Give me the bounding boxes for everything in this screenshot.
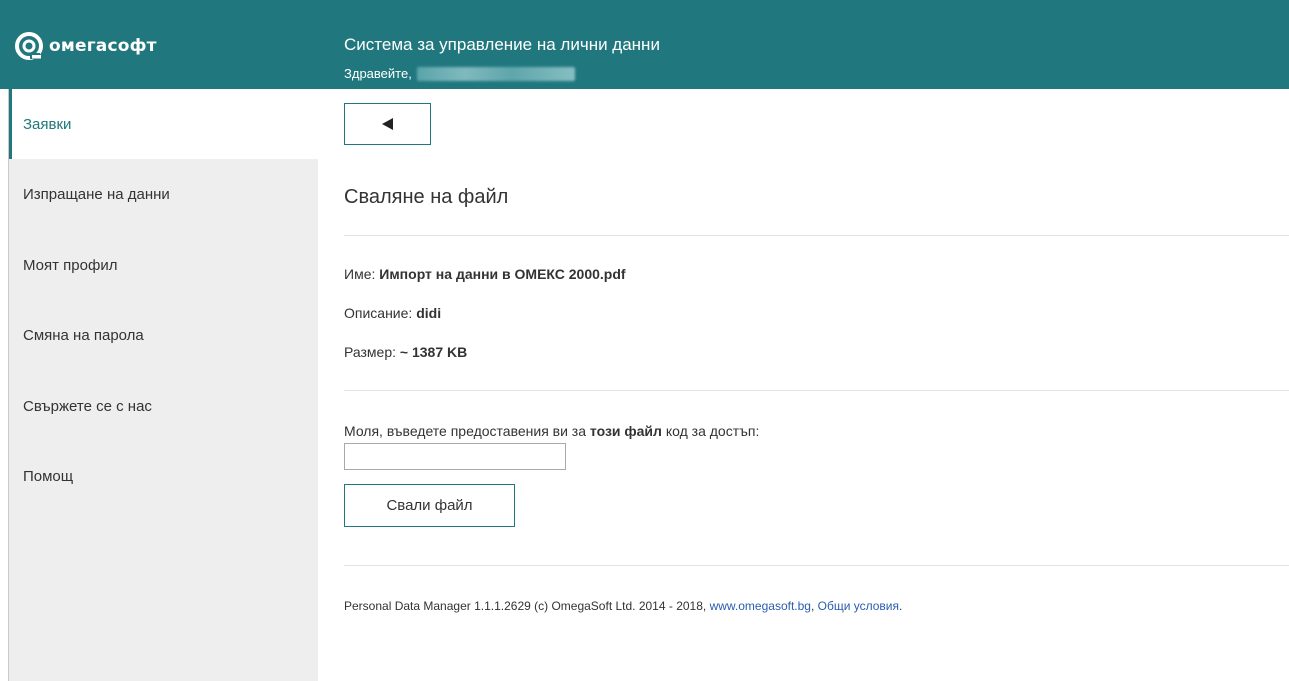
- access-code-input[interactable]: [344, 443, 566, 470]
- omega-logo-icon: [14, 31, 44, 61]
- file-name-label: Име:: [344, 266, 376, 282]
- page-title: Сваляне на файл: [344, 186, 509, 208]
- footer-period: .: [899, 599, 903, 613]
- footer-text: Personal Data Manager 1.1.1.2629 (c) Ome…: [344, 599, 707, 613]
- file-description-value: didi: [416, 305, 442, 321]
- sidebar-item-label: Помощ: [23, 467, 74, 485]
- omegasoft-logo[interactable]: омегасофт: [14, 28, 157, 64]
- sidebar-item-change-password[interactable]: Смяна на парола: [8, 300, 318, 370]
- sidebar-item-label: Заявки: [23, 115, 72, 133]
- file-name-value: Импорт на данни в ОМЕКС 2000.pdf: [379, 266, 626, 282]
- sidebar-item-label: Смяна на парола: [23, 326, 144, 344]
- divider: [344, 565, 1289, 566]
- download-file-button[interactable]: Свали файл: [344, 484, 515, 527]
- access-code-prompt-end: код за достъп:: [665, 423, 760, 439]
- sidebar-item-send-data[interactable]: Изпращане на данни: [8, 159, 318, 229]
- file-description-label: Описание:: [344, 305, 413, 321]
- file-size-row: Размер: ~ 1387 KB: [344, 344, 467, 360]
- divider: [344, 235, 1289, 236]
- file-name-row: Име: Импорт на данни в ОМЕКС 2000.pdf: [344, 266, 626, 282]
- sidebar-nav: Заявки Изпращане на данни Моят профил См…: [8, 89, 318, 681]
- sidebar-border: [8, 89, 9, 681]
- sidebar-item-requests[interactable]: Заявки: [8, 89, 318, 159]
- sidebar-item-label: Моят профил: [23, 256, 118, 274]
- sidebar-item-contact-us[interactable]: Свържете се с нас: [8, 371, 318, 441]
- access-code-prompt-start: Моля, въведете предоставения ви за: [344, 423, 587, 439]
- app-header: омегасофт Система за управление на лични…: [0, 0, 1289, 89]
- sidebar-item-label: Изпращане на данни: [23, 185, 170, 203]
- access-code-prompt-emphasis: този файл: [589, 423, 662, 439]
- greeting-label: Здравейте,: [344, 66, 412, 81]
- file-description-row: Описание: didi: [344, 305, 441, 321]
- sidebar-item-label: Свържете се с нас: [23, 397, 152, 415]
- access-code-prompt: Моля, въведете предоставения ви за този …: [344, 423, 759, 439]
- footer-website-link[interactable]: www.omegasoft.bg: [710, 599, 811, 613]
- footer: Personal Data Manager 1.1.1.2629 (c) Ome…: [344, 599, 903, 613]
- footer-terms-link[interactable]: Общи условия: [818, 599, 899, 613]
- logo-text: омегасофт: [49, 36, 157, 56]
- app-title: Система за управление на лични данни: [344, 35, 660, 54]
- divider: [344, 390, 1289, 391]
- file-size-label: Размер:: [344, 344, 397, 360]
- back-button[interactable]: [344, 103, 431, 145]
- sidebar-item-help[interactable]: Помощ: [8, 441, 318, 511]
- file-size-value: ~ 1387 KB: [399, 344, 468, 360]
- sidebar-item-my-profile[interactable]: Моят профил: [8, 230, 318, 300]
- redacted-user-name: [416, 66, 575, 81]
- triangle-left-icon: [382, 118, 393, 130]
- user-greeting: Здравейте,: [344, 66, 575, 81]
